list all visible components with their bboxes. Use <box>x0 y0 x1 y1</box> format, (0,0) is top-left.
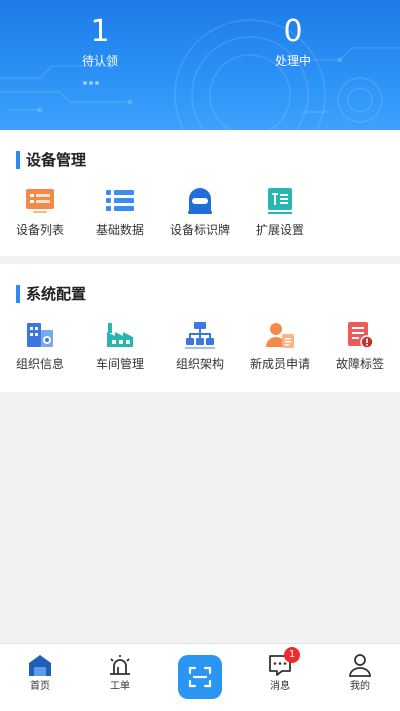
tab-work-order[interactable]: 工单 <box>80 644 160 711</box>
tab-home-label: 首页 <box>30 681 50 692</box>
id-tag-icon <box>188 188 212 214</box>
org-chart-icon <box>185 322 215 349</box>
bottom-tab-bar: 首页 工单 1 消息 我的 <box>0 643 400 711</box>
tab-work-order-label: 工单 <box>110 681 130 692</box>
device-tag-button[interactable]: 设备标识牌 <box>160 187 240 238</box>
device-list-button[interactable]: 设备列表 <box>0 187 80 238</box>
device-list-label: 设备列表 <box>15 223 64 237</box>
org-structure-button[interactable]: 组织架构 <box>160 321 240 372</box>
org-structure-label: 组织架构 <box>175 357 224 371</box>
tab-messages-label: 消息 <box>270 681 290 692</box>
tab-scan[interactable] <box>160 644 240 711</box>
list-icon <box>106 190 134 211</box>
pending-label: 待认领 <box>81 54 118 68</box>
extension-settings-label: 扩展设置 <box>255 223 304 237</box>
tab-profile[interactable]: 我的 <box>320 644 400 711</box>
user-icon <box>349 654 371 677</box>
device-tag-label: 设备标识牌 <box>169 223 230 237</box>
basic-data-button[interactable]: 基础数据 <box>80 187 160 238</box>
section-title: 设备管理 <box>16 151 86 169</box>
processing-label: 处理中 <box>274 54 311 68</box>
home-icon <box>29 655 51 676</box>
device-list-icon <box>26 189 54 213</box>
processing-stat[interactable]: 0 处理中 <box>233 14 353 70</box>
organization-icon <box>27 323 53 347</box>
basic-data-label: 基础数据 <box>95 223 144 237</box>
message-badge: 1 <box>284 647 300 663</box>
workshop-management-button[interactable]: 车间管理 <box>80 321 160 372</box>
alarm-light-icon <box>110 655 130 675</box>
fault-tag-icon <box>348 322 374 349</box>
extension-settings-button[interactable]: 扩展设置 <box>240 187 320 238</box>
processing-count: 0 <box>283 14 303 49</box>
system-config-section: 系统配置 组织信息 车间管理 组织架构 新成员申请 故障标签 <box>0 264 400 392</box>
scan-icon <box>188 666 212 688</box>
factory-icon <box>107 323 133 347</box>
fault-tag-label: 故障标签 <box>335 357 384 371</box>
organization-info-button[interactable]: 组织信息 <box>0 321 80 372</box>
page-indicator <box>83 70 105 85</box>
workshop-management-label: 车间管理 <box>95 357 144 371</box>
new-member-icon <box>266 323 294 348</box>
pending-stat[interactable]: 1 待认领 <box>40 14 160 70</box>
tab-messages[interactable]: 1 消息 <box>240 644 320 711</box>
tab-home[interactable]: 首页 <box>0 644 80 711</box>
pending-count: 1 <box>90 14 110 49</box>
section-title: 系统配置 <box>16 285 86 303</box>
new-member-request-label: 新成员申请 <box>249 357 310 371</box>
new-member-request-button[interactable]: 新成员申请 <box>240 321 320 372</box>
scan-button[interactable] <box>178 655 222 699</box>
organization-info-label: 组织信息 <box>15 357 64 371</box>
stats-header: 1 待认领 0 处理中 <box>0 0 400 130</box>
extension-settings-icon <box>268 188 292 214</box>
tab-profile-label: 我的 <box>350 681 370 692</box>
device-management-section: 设备管理 设备列表 基础数据 设备标识牌 扩展设置 <box>0 130 400 256</box>
fault-tag-button[interactable]: 故障标签 <box>320 321 400 372</box>
